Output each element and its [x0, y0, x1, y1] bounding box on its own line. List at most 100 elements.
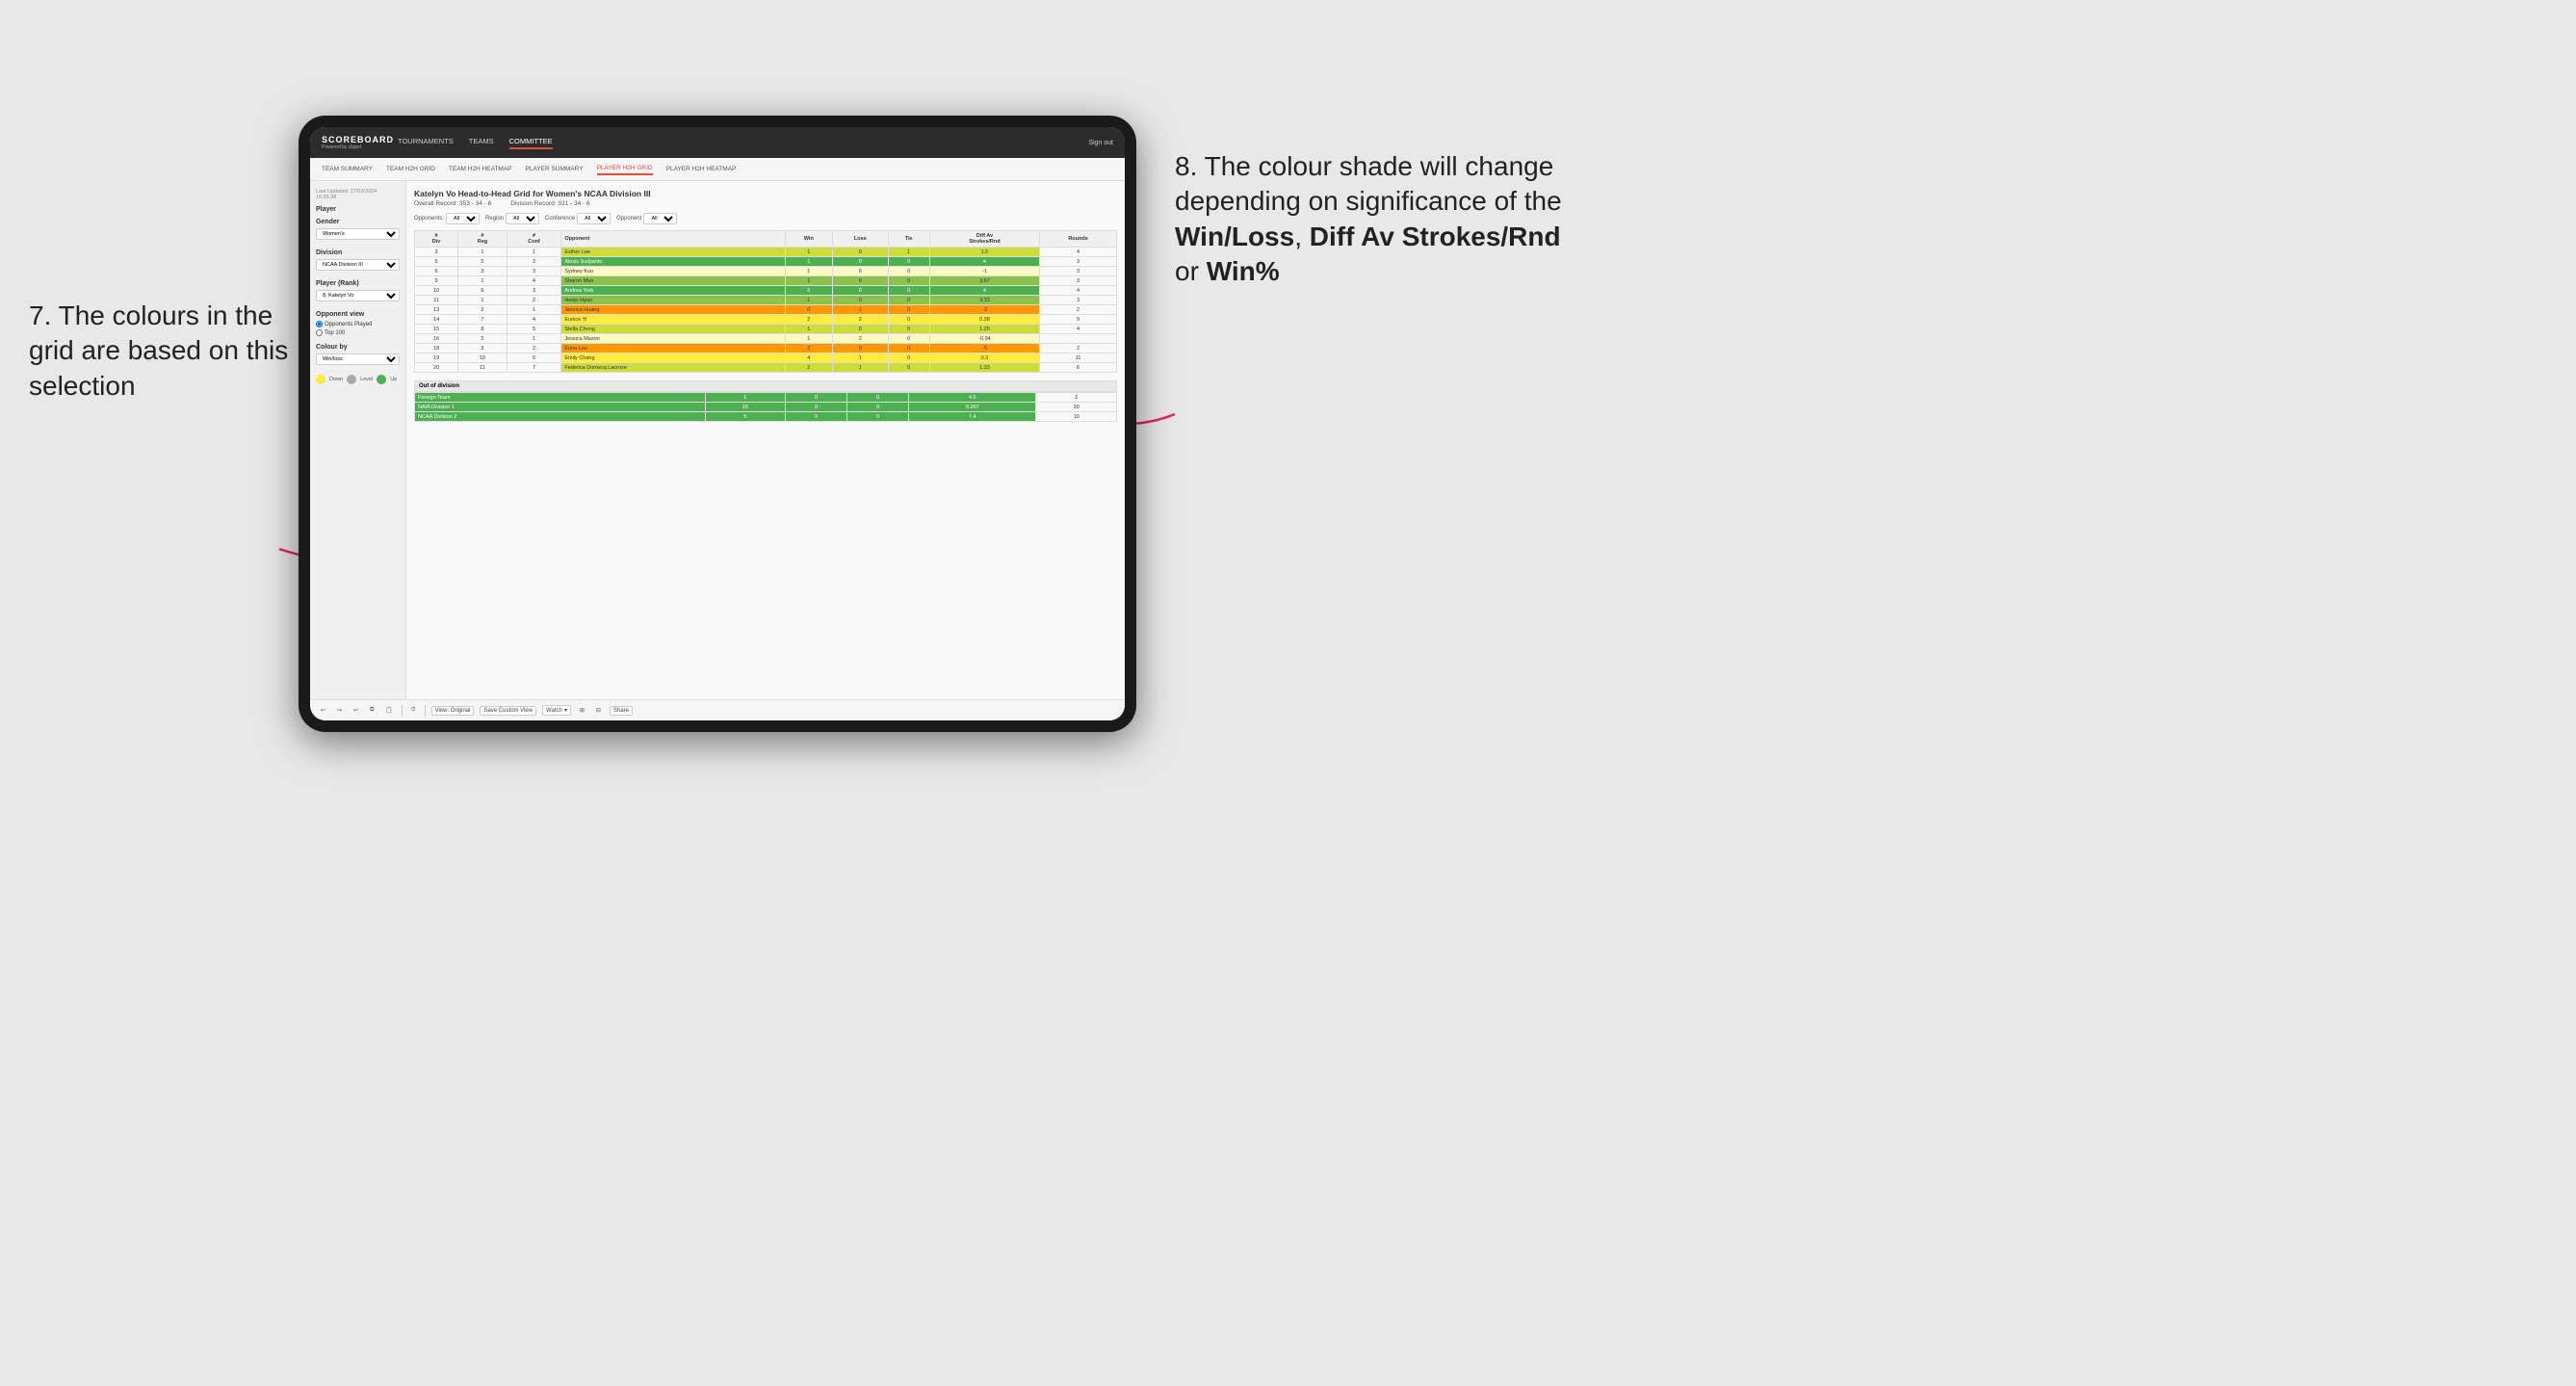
- table-row: 1474Eunice Yi2200.389: [415, 315, 1117, 325]
- nav-tournaments[interactable]: TOURNAMENTS: [398, 137, 454, 149]
- table-row: 1112Heejo Hyun1003.333: [415, 296, 1117, 305]
- main-content: Last Updated: 27/03/2024 16:55:38 Player…: [310, 181, 1125, 699]
- toolbar-extra1[interactable]: ⊞: [577, 706, 587, 715]
- subnav-team-h2h-heatmap[interactable]: TEAM H2H HEATMAP: [449, 164, 512, 174]
- division-label: Division: [316, 249, 400, 256]
- nav-sign-in[interactable]: Sign out: [1088, 140, 1113, 146]
- colour-down-dot: [316, 375, 325, 384]
- grid-records: Overall Record: 353 - 34 - 6 Division Re…: [414, 200, 1117, 207]
- annotation-left: 7. The colours in the grid are based on …: [29, 299, 299, 404]
- toolbar-clock[interactable]: ⏱: [408, 706, 419, 715]
- conference-filter-group: Conference All: [545, 213, 611, 224]
- table-row: 1063Andrea York20044: [415, 286, 1117, 296]
- table-row: 1832Euna Lee200-52: [415, 344, 1117, 353]
- division-record: Division Record: 331 - 34 - 6: [510, 200, 589, 207]
- top100-option[interactable]: Top 100: [316, 329, 400, 336]
- subnav-team-h2h-grid[interactable]: TEAM H2H GRID: [386, 164, 435, 174]
- player-rank-select[interactable]: 8. Katelyn Vo: [316, 290, 400, 301]
- toolbar-extra2[interactable]: ⊟: [593, 706, 604, 715]
- nav-right: Sign out: [1088, 140, 1113, 146]
- toolbar-paste[interactable]: 📋: [382, 706, 395, 715]
- table-row: 311Esther Lee1011.54: [415, 248, 1117, 257]
- nav-teams[interactable]: TEAMS: [469, 137, 494, 149]
- nav-links: TOURNAMENTS TEAMS COMMITTEE: [398, 137, 1088, 149]
- opponent-select[interactable]: All: [643, 213, 677, 224]
- out-table-row: Foreign Team1004.52: [415, 393, 1117, 403]
- table-row: 19106Emily Chang4100.311: [415, 353, 1117, 363]
- out-of-division-header: Out of division: [414, 380, 1117, 392]
- colour-by-section: Colour by Win/loss Down Level Up: [316, 344, 400, 384]
- sub-nav: TEAM SUMMARY TEAM H2H GRID TEAM H2H HEAT…: [310, 158, 1125, 181]
- nav-committee[interactable]: COMMITTEE: [509, 137, 553, 149]
- opponents-played-option[interactable]: Opponents Played: [316, 321, 400, 327]
- subnav-player-h2h-heatmap[interactable]: PLAYER H2H HEATMAP: [666, 164, 737, 174]
- colour-by-select[interactable]: Win/loss: [316, 353, 400, 365]
- overall-record: Overall Record: 353 - 34 - 6: [414, 200, 491, 207]
- annotation-right: 8. The colour shade will change dependin…: [1175, 149, 1579, 290]
- toolbar-redo[interactable]: ↪: [334, 706, 345, 715]
- opponents-filter: Opponents: All Region All Conference All…: [414, 213, 1117, 224]
- grid-area: Katelyn Vo Head-to-Head Grid for Women's…: [406, 181, 1125, 699]
- table-row: 522Alexis Sudjianto10043: [415, 257, 1117, 267]
- region-select[interactable]: All: [506, 213, 539, 224]
- colour-down-label: Down: [329, 377, 343, 382]
- gender-select[interactable]: Women's: [316, 228, 400, 240]
- col-reg: #Reg: [458, 231, 507, 248]
- toolbar-undo[interactable]: ↩: [318, 706, 328, 715]
- conference-label: Conference: [545, 216, 575, 222]
- colour-by-label: Colour by: [316, 344, 400, 351]
- toolbar: ↩ ↪ ↩ ⧉ 📋 ⏱ View: Original Save Custom V…: [310, 699, 1125, 720]
- conference-select[interactable]: All: [577, 213, 611, 224]
- subnav-player-summary[interactable]: PLAYER SUMMARY: [526, 164, 584, 174]
- table-row: 1321Jessica Huang010-32: [415, 305, 1117, 315]
- opponents-label: Opponents:: [414, 216, 444, 222]
- col-loss: Loss: [833, 231, 889, 248]
- region-filter-group: Region All: [485, 213, 539, 224]
- out-table-row: NAIA Division 115009.26730: [415, 403, 1117, 412]
- save-custom-btn[interactable]: Save Custom View: [480, 706, 536, 716]
- col-opponent: Opponent: [561, 231, 785, 248]
- colour-up-dot: [377, 375, 386, 384]
- gender-label: Gender: [316, 219, 400, 225]
- out-table-row: NCAA Division 25007.410: [415, 412, 1117, 422]
- tablet-frame: SCOREBOARD Powered by clippd TOURNAMENTS…: [299, 116, 1136, 732]
- player-rank-label: Player (Rank): [316, 280, 400, 287]
- share-btn[interactable]: Share: [610, 706, 633, 716]
- table-row: 1621Jessica Mason120-0.94: [415, 334, 1117, 344]
- colour-legend: Down Level Up: [316, 375, 400, 384]
- grid-title: Katelyn Vo Head-to-Head Grid for Women's…: [414, 189, 1117, 198]
- opponents-played-radio[interactable]: [316, 321, 323, 327]
- opponent-view-section: Opponent view Opponents Played Top 100: [316, 311, 400, 336]
- watch-btn[interactable]: Watch ▾: [542, 705, 571, 716]
- tablet-screen: SCOREBOARD Powered by clippd TOURNAMENTS…: [310, 127, 1125, 720]
- col-div: #Div: [415, 231, 458, 248]
- out-of-division-section: Out of division Foreign Team1004.52NAIA …: [414, 380, 1117, 422]
- toolbar-copy[interactable]: ⧉: [367, 706, 377, 715]
- col-diff: Diff AvStrokes/Rnd: [929, 231, 1039, 248]
- table-row: 1585Stella Cheng1001.254: [415, 325, 1117, 334]
- division-select[interactable]: NCAA Division III: [316, 259, 400, 271]
- subnav-team-summary[interactable]: TEAM SUMMARY: [322, 164, 373, 174]
- last-updated: Last Updated: 27/03/2024 16:55:38: [316, 189, 400, 200]
- colour-level-dot: [347, 375, 356, 384]
- out-of-division-table: Foreign Team1004.52NAIA Division 115009.…: [414, 392, 1117, 422]
- table-header-row: #Div #Reg #Conf Opponent Win Loss Tie Di…: [415, 231, 1117, 248]
- colour-up-label: Up: [390, 377, 397, 382]
- table-row: 20117Federica Domecq Lacroze2101.336: [415, 363, 1117, 373]
- table-row: 633Sydney Kuo100-13: [415, 267, 1117, 276]
- view-original-btn[interactable]: View: Original: [431, 706, 475, 716]
- opponent-label: Opponent: [616, 216, 641, 222]
- subnav-player-h2h-grid[interactable]: PLAYER H2H GRID: [597, 163, 653, 175]
- sidebar: Last Updated: 27/03/2024 16:55:38 Player…: [310, 181, 406, 699]
- logo: SCOREBOARD Powered by clippd: [322, 135, 398, 150]
- nav-bar: SCOREBOARD Powered by clippd TOURNAMENTS…: [310, 127, 1125, 158]
- col-rounds: Rounds: [1040, 231, 1117, 248]
- opponents-filter-group: Opponents: All: [414, 213, 480, 224]
- toolbar-back[interactable]: ↩: [351, 706, 361, 715]
- col-win: Win: [785, 231, 832, 248]
- top100-radio[interactable]: [316, 329, 323, 336]
- data-table: #Div #Reg #Conf Opponent Win Loss Tie Di…: [414, 230, 1117, 373]
- col-conf: #Conf: [507, 231, 561, 248]
- region-label: Region: [485, 216, 504, 222]
- opponents-select[interactable]: All: [446, 213, 480, 224]
